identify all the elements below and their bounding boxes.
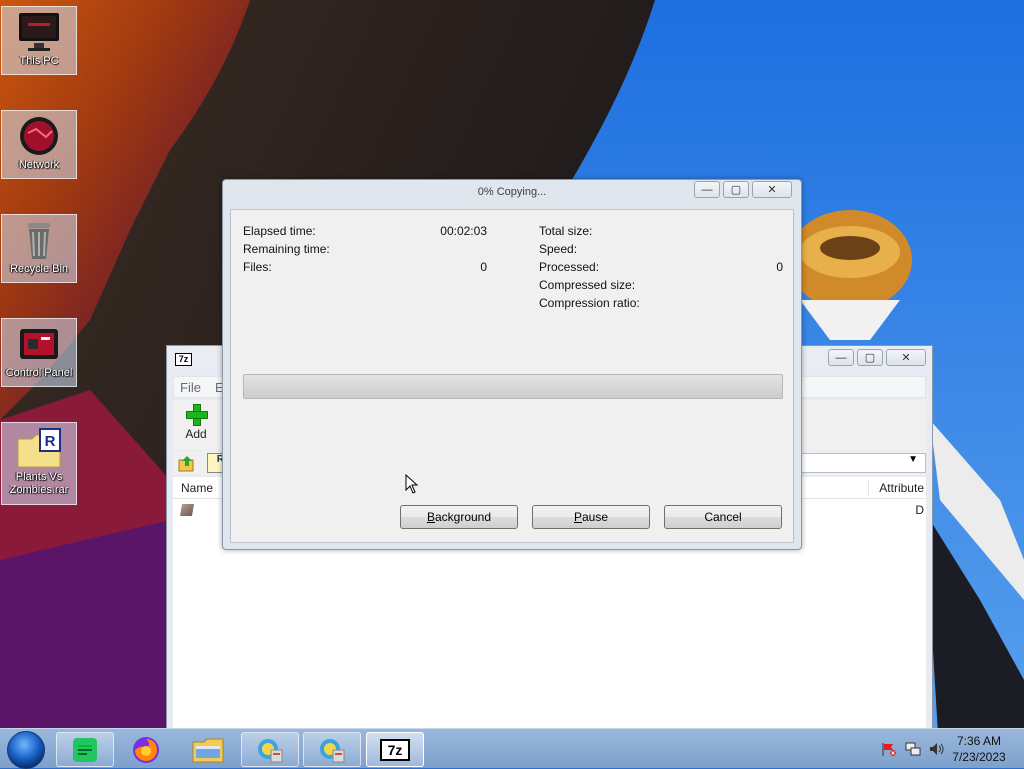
desktop-icon-label: This PC [19, 55, 59, 67]
start-button[interactable] [7, 731, 45, 769]
desktop-icon-recycle-bin[interactable]: Recycle Bin [1, 214, 77, 283]
folder-icon [192, 738, 224, 762]
menu-file[interactable]: File [180, 380, 201, 395]
elapsed-time-label: Elapsed time: [243, 224, 316, 238]
total-size-label: Total size: [539, 224, 593, 238]
close-button[interactable]: ✕ [752, 181, 792, 198]
svg-text:R: R [45, 433, 56, 450]
taskbar-7zip[interactable]: 7z [366, 732, 424, 767]
network-globe-icon [16, 115, 62, 157]
taskbar-clock[interactable]: 7:36 AM 7/23/2023 [944, 733, 1014, 765]
minimize-icon: — [835, 351, 847, 364]
plus-icon [186, 404, 208, 426]
volume-icon[interactable] [929, 742, 945, 756]
setup-installer-icon [320, 738, 345, 762]
desktop-icon-label: Recycle Bin [9, 263, 69, 275]
maximize-button[interactable]: ▢ [723, 181, 749, 198]
desktop-icon-control-panel[interactable]: Control Panel [1, 318, 77, 387]
7zip-icon: 7z [380, 738, 410, 761]
close-icon: ✕ [767, 184, 777, 196]
files-label: Files: [243, 260, 272, 274]
close-icon: ✕ [901, 352, 911, 364]
column-name[interactable]: Name [181, 481, 213, 495]
add-button[interactable]: Add [181, 404, 211, 441]
chevron-down-icon[interactable]: ▼ [908, 454, 918, 465]
taskbar-firefox[interactable] [122, 732, 170, 767]
speed-label: Speed: [539, 242, 578, 256]
minimize-icon: — [701, 183, 713, 196]
minimize-button[interactable]: — [694, 181, 720, 198]
mouse-pointer-icon [405, 474, 419, 494]
processed-label: Processed: [539, 260, 600, 274]
files-value: 0 [480, 260, 487, 274]
rar-archive-icon: R [16, 427, 62, 469]
desktop-icon-label: Control Panel [5, 367, 73, 379]
close-button[interactable]: ✕ [886, 349, 926, 366]
compressed-size-label: Compressed size: [539, 278, 636, 292]
maximize-icon: ▢ [864, 352, 876, 364]
row-attribute: D [915, 503, 924, 517]
dialog-body: Elapsed time: 00:02:03 Remaining time: F… [230, 209, 794, 543]
desktop-icon-network[interactable]: Network [1, 110, 77, 179]
desktop-icon-this-pc[interactable]: This PC [1, 6, 77, 75]
system-tray: 7:36 AM 7/23/2023 [879, 729, 1024, 769]
taskbar-notes-app[interactable] [56, 732, 114, 767]
7zip-app-icon: 7z [175, 353, 192, 366]
maximize-button[interactable]: ▢ [857, 349, 883, 366]
file-icon [179, 504, 195, 516]
copy-progress-dialog: 0% Copying... — ▢ ✕ Elapsed time: 00:02:… [222, 179, 802, 550]
clock-date: 7/23/2023 [952, 750, 1006, 764]
pause-button[interactable]: Pause [532, 505, 650, 529]
control-panel-icon [16, 323, 62, 365]
maximize-icon: ▢ [730, 184, 742, 196]
minimize-button[interactable]: — [828, 349, 854, 366]
network-status-icon[interactable] [905, 742, 921, 756]
setup-installer-icon [258, 738, 283, 762]
column-attributes[interactable]: Attribute [868, 481, 924, 495]
compression-ratio-label: Compression ratio: [539, 296, 640, 310]
remaining-time-label: Remaining time: [243, 242, 330, 256]
taskbar-file-explorer[interactable] [184, 732, 232, 767]
desktop-icon-rar-file[interactable]: R Plants Vs Zombies.rar [1, 422, 77, 505]
desktop-icon-label: Network [18, 159, 60, 171]
firefox-icon [133, 736, 159, 763]
clock-time: 7:36 AM [956, 734, 1002, 748]
monitor-icon [16, 11, 62, 53]
add-label: Add [185, 427, 207, 441]
elapsed-time-value: 00:02:03 [440, 224, 487, 238]
recycle-bin-icon [16, 219, 62, 261]
desktop-icon-label: Plants Vs Zombies.rar [9, 471, 69, 496]
action-center-flag-icon[interactable] [881, 742, 897, 756]
folder-up-icon[interactable] [178, 454, 196, 472]
taskbar-setup-2[interactable] [303, 732, 361, 767]
processed-value: 0 [776, 260, 783, 274]
notes-app-icon [73, 737, 97, 762]
taskbar-setup-1[interactable] [241, 732, 299, 767]
taskbar: 7z 7:36 AM 7/23/2023 [0, 728, 1024, 769]
progress-bar [243, 374, 783, 399]
background-button[interactable]: Background [400, 505, 518, 529]
cancel-button[interactable]: Cancel [664, 505, 782, 529]
